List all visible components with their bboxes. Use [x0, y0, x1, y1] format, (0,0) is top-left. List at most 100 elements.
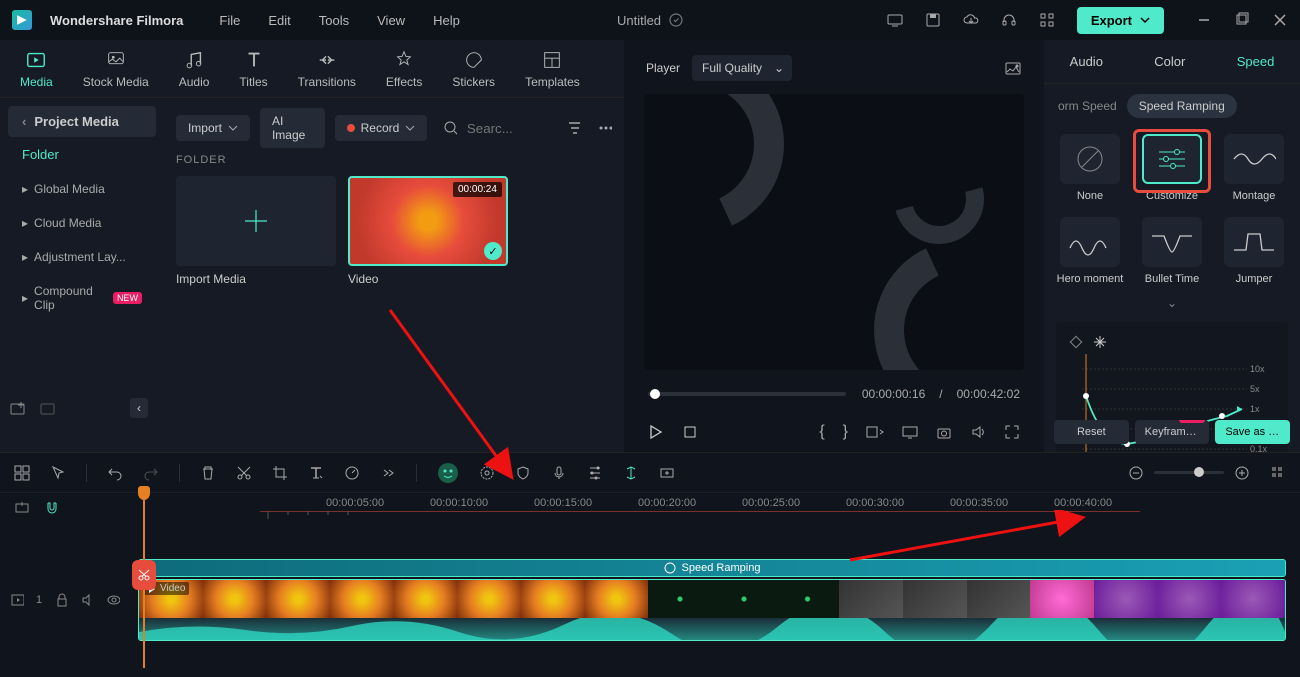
speed-curve[interactable]: 10x 5x 1x 0.5x 0.1x: [1064, 354, 1280, 464]
rtab-audio[interactable]: Audio: [1062, 54, 1111, 69]
delete-icon[interactable]: [200, 465, 216, 481]
layout-icon[interactable]: [14, 465, 30, 481]
rtab-color[interactable]: Color: [1146, 54, 1193, 69]
speed-ramping-chip[interactable]: Speed Ramping: [1127, 94, 1237, 118]
more-icon[interactable]: [598, 120, 612, 136]
preset-none[interactable]: None: [1056, 134, 1124, 203]
magnet-icon[interactable]: [44, 500, 60, 516]
menu-view[interactable]: View: [377, 13, 405, 28]
keyframe-add-icon[interactable]: [659, 465, 675, 481]
text-tool-icon[interactable]: [308, 465, 324, 481]
more-tools-icon[interactable]: [380, 465, 396, 481]
sidebar-folder[interactable]: Folder: [8, 137, 156, 172]
preset-jumper[interactable]: Jumper: [1220, 217, 1288, 286]
preset-bullet[interactable]: Bullet Time: [1138, 217, 1206, 286]
reset-button[interactable]: Reset: [1054, 420, 1129, 444]
sidebar-head[interactable]: ‹Project Media: [8, 106, 156, 137]
save-icon[interactable]: [925, 12, 941, 28]
stop-icon[interactable]: [682, 424, 698, 440]
cursor-icon[interactable]: [50, 465, 66, 481]
zoom-in-icon[interactable]: [1234, 465, 1250, 481]
tab-transitions[interactable]: Transitions: [298, 49, 356, 89]
preset-hero[interactable]: Hero moment: [1056, 217, 1124, 286]
menu-edit[interactable]: Edit: [268, 13, 290, 28]
preview-canvas[interactable]: [644, 94, 1024, 370]
crop-icon[interactable]: [272, 465, 288, 481]
video-clip-card[interactable]: 00:00:24 ✓ Video: [348, 176, 508, 286]
minimize-icon[interactable]: [1196, 12, 1212, 28]
track-add-icon[interactable]: [14, 500, 30, 516]
menu-file[interactable]: File: [219, 13, 240, 28]
progress-bar[interactable]: [648, 392, 846, 396]
lock-icon[interactable]: [54, 592, 68, 608]
import-button[interactable]: Import: [176, 115, 250, 141]
cut-handle[interactable]: [132, 560, 156, 590]
export-button[interactable]: Export: [1077, 7, 1164, 34]
speed-ramp-indicator[interactable]: Speed Ramping: [138, 559, 1286, 577]
device-icon[interactable]: [887, 12, 903, 28]
mute-icon[interactable]: [80, 592, 94, 608]
save-custom-button[interactable]: Save as cus...: [1215, 420, 1290, 444]
quality-select[interactable]: Full Quality⌄: [692, 55, 792, 81]
timeline-clip[interactable]: Video: [138, 579, 1286, 641]
tab-audio[interactable]: Audio: [179, 49, 210, 89]
cut-icon[interactable]: [236, 465, 252, 481]
tab-titles[interactable]: Titles: [239, 49, 267, 89]
tab-templates[interactable]: Templates: [525, 49, 580, 89]
filter-icon[interactable]: [567, 120, 581, 136]
ai-assist-icon[interactable]: [437, 462, 459, 484]
shield-icon[interactable]: [515, 465, 531, 481]
ratio-icon[interactable]: [866, 424, 884, 440]
zoom-out-icon[interactable]: [1128, 465, 1144, 481]
tab-effects[interactable]: Effects: [386, 49, 422, 89]
volume-icon[interactable]: [970, 424, 986, 440]
search-icon[interactable]: [443, 120, 457, 136]
close-icon[interactable]: [1272, 12, 1288, 28]
keyframe-button[interactable]: Keyframe P...NEW: [1135, 420, 1210, 444]
maximize-icon[interactable]: [1234, 12, 1250, 28]
keyframe-icon[interactable]: [1068, 334, 1084, 350]
snapshot-icon[interactable]: [1004, 59, 1022, 77]
menu-help[interactable]: Help: [433, 13, 460, 28]
video-track-icon[interactable]: [10, 592, 24, 608]
apps-icon[interactable]: [1039, 12, 1055, 28]
undo-icon[interactable]: [107, 465, 123, 481]
mark-out-icon[interactable]: }: [843, 423, 848, 441]
speed-tool-icon[interactable]: [344, 465, 360, 481]
color-wheel-icon[interactable]: [479, 465, 495, 481]
play-icon[interactable]: [648, 424, 664, 440]
cloud-icon[interactable]: [963, 12, 979, 28]
freeze-icon[interactable]: [1092, 334, 1108, 350]
sidebar-global[interactable]: ▸Global Media: [8, 172, 156, 206]
tab-media[interactable]: Media: [20, 49, 53, 89]
zoom-slider[interactable]: [1154, 471, 1224, 474]
display-icon[interactable]: [902, 424, 918, 440]
marker-icon[interactable]: [623, 465, 639, 481]
tab-stock[interactable]: Stock Media: [83, 49, 149, 89]
tab-stickers[interactable]: Stickers: [452, 49, 495, 89]
visibility-icon[interactable]: [106, 592, 120, 608]
mark-in-icon[interactable]: {: [819, 423, 824, 441]
preset-montage[interactable]: Montage: [1220, 134, 1288, 203]
expand-presets[interactable]: ⌄: [1044, 292, 1300, 314]
fullscreen-icon[interactable]: [1004, 424, 1020, 440]
collapse-button[interactable]: ‹: [130, 398, 148, 418]
sidebar-compound[interactable]: ▸Compound ClipNEW: [8, 274, 156, 322]
menu-tools[interactable]: Tools: [319, 13, 349, 28]
sidebar-cloud[interactable]: ▸Cloud Media: [8, 206, 156, 240]
view-grid-icon[interactable]: [1270, 465, 1286, 481]
uniform-speed-label[interactable]: orm Speed: [1058, 99, 1117, 113]
mic-icon[interactable]: [551, 465, 567, 481]
folder-off-icon[interactable]: [40, 400, 56, 416]
camera-icon[interactable]: [936, 424, 952, 440]
redo-icon[interactable]: [143, 465, 159, 481]
sidebar-adjustment[interactable]: ▸Adjustment Lay...: [8, 240, 156, 274]
mixer-icon[interactable]: [587, 465, 603, 481]
preset-customize[interactable]: Customize: [1138, 134, 1206, 203]
record-button[interactable]: Record: [335, 115, 428, 141]
ai-image-button[interactable]: AI Image: [260, 108, 325, 148]
search-input[interactable]: [467, 121, 557, 136]
new-folder-icon[interactable]: [10, 400, 26, 416]
import-media-card[interactable]: Import Media: [176, 176, 336, 286]
rtab-speed[interactable]: Speed: [1229, 54, 1283, 69]
